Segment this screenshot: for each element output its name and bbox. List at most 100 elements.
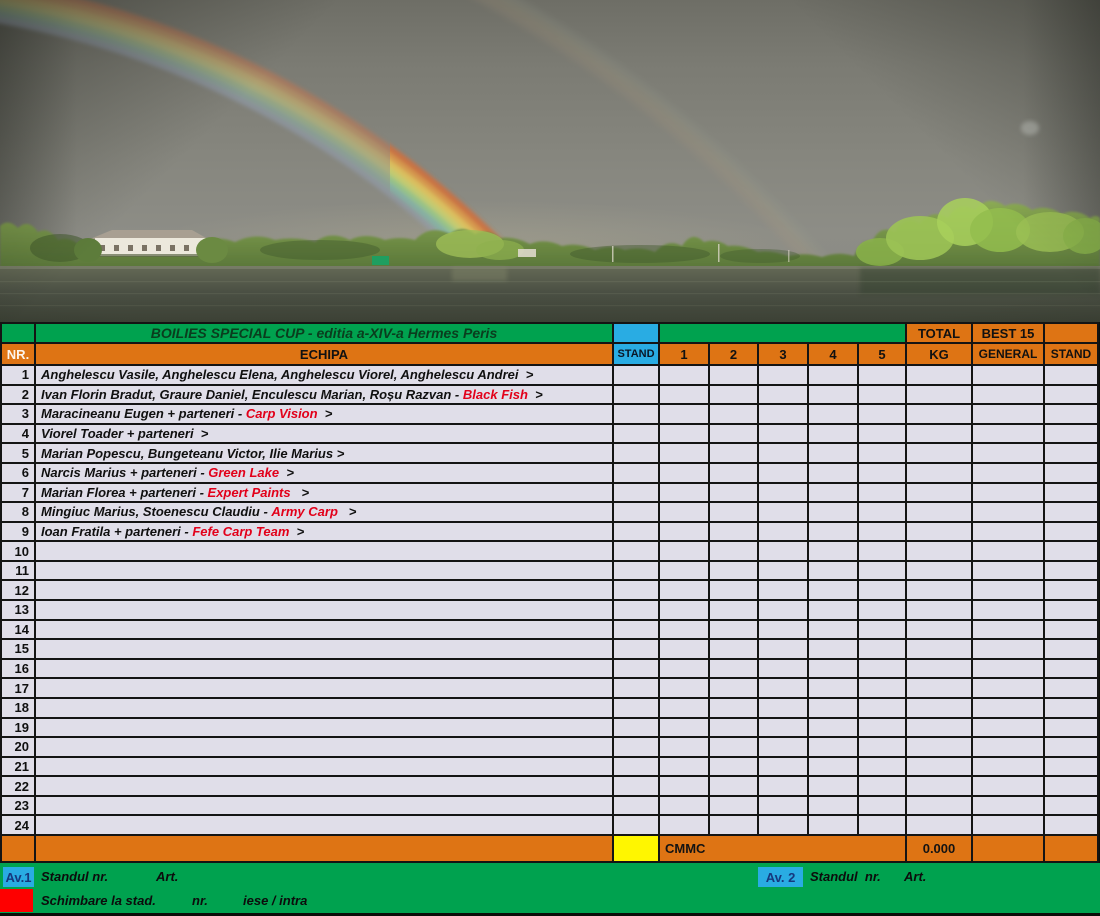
cell-total-kg[interactable] bbox=[907, 581, 973, 601]
cell-round-5[interactable] bbox=[859, 738, 907, 758]
cell-total-kg[interactable] bbox=[907, 659, 973, 680]
cell-stand[interactable] bbox=[614, 679, 660, 699]
cell-round-2[interactable] bbox=[710, 601, 759, 621]
cell-round-4[interactable] bbox=[809, 698, 859, 719]
cell-round-2[interactable] bbox=[710, 620, 759, 641]
col-header-nr[interactable]: NR. bbox=[2, 344, 36, 366]
cell-blue-blank[interactable] bbox=[614, 322, 660, 344]
cell-stand[interactable] bbox=[614, 444, 660, 464]
cell-total-kg[interactable] bbox=[907, 738, 973, 758]
cell-total-kg[interactable] bbox=[907, 698, 973, 719]
av1-badge[interactable]: Av.1 bbox=[3, 867, 34, 887]
cell-round-2[interactable] bbox=[710, 796, 759, 817]
total-cell-echipa[interactable] bbox=[36, 836, 614, 863]
av2-badge[interactable]: Av. 2 bbox=[758, 867, 803, 887]
cell-nr[interactable]: 10 bbox=[2, 542, 36, 562]
cell-round-3[interactable] bbox=[759, 718, 809, 739]
cell-round-3[interactable] bbox=[759, 522, 809, 543]
cell-corner-green[interactable] bbox=[2, 322, 36, 344]
cell-nr[interactable]: 12 bbox=[2, 581, 36, 601]
cell-stand-right[interactable] bbox=[1045, 522, 1099, 543]
cell-round-2[interactable] bbox=[710, 718, 759, 739]
cell-general[interactable] bbox=[973, 483, 1045, 504]
cell-round-2[interactable] bbox=[710, 640, 759, 660]
cell-total-kg[interactable] bbox=[907, 777, 973, 797]
cell-stand-right[interactable] bbox=[1045, 718, 1099, 739]
cell-round-3[interactable] bbox=[759, 601, 809, 621]
cell-stand[interactable] bbox=[614, 522, 660, 543]
cell-round-1[interactable] bbox=[660, 561, 710, 582]
cell-stand-right[interactable] bbox=[1045, 405, 1099, 425]
cell-round-4[interactable] bbox=[809, 405, 859, 425]
cell-echipa[interactable]: Ioan Fratila + parteneri - Fefe Carp Tea… bbox=[36, 522, 614, 543]
cell-round-3[interactable] bbox=[759, 640, 809, 660]
cell-round-5[interactable] bbox=[859, 620, 907, 641]
cell-round-4[interactable] bbox=[809, 385, 859, 406]
cell-stand[interactable] bbox=[614, 718, 660, 739]
cell-total-kg[interactable] bbox=[907, 405, 973, 425]
cell-round-3[interactable] bbox=[759, 659, 809, 680]
cell-echipa[interactable] bbox=[36, 796, 614, 817]
cell-stand[interactable] bbox=[614, 581, 660, 601]
cell-round-5[interactable] bbox=[859, 483, 907, 504]
cell-round-1[interactable] bbox=[660, 366, 710, 386]
cell-total-kg[interactable] bbox=[907, 816, 973, 836]
cell-stand-right[interactable] bbox=[1045, 503, 1099, 523]
cell-round-4[interactable] bbox=[809, 581, 859, 601]
cell-round-2[interactable] bbox=[710, 777, 759, 797]
cell-round-2[interactable] bbox=[710, 424, 759, 445]
cell-stand[interactable] bbox=[614, 738, 660, 758]
cell-round-1[interactable] bbox=[660, 581, 710, 601]
cell-round-5[interactable] bbox=[859, 816, 907, 836]
cell-round-2[interactable] bbox=[710, 483, 759, 504]
cell-stand[interactable] bbox=[614, 816, 660, 836]
cell-round-3[interactable] bbox=[759, 366, 809, 386]
cell-round-1[interactable] bbox=[660, 405, 710, 425]
cell-round-4[interactable] bbox=[809, 796, 859, 817]
cell-general[interactable] bbox=[973, 463, 1045, 484]
cell-round-5[interactable] bbox=[859, 385, 907, 406]
cell-round-2[interactable] bbox=[710, 679, 759, 699]
cell-stand-right[interactable] bbox=[1045, 385, 1099, 406]
cell-round-1[interactable] bbox=[660, 777, 710, 797]
cell-round-3[interactable] bbox=[759, 698, 809, 719]
cell-echipa[interactable] bbox=[36, 757, 614, 778]
cell-general[interactable] bbox=[973, 424, 1045, 445]
cell-round-5[interactable] bbox=[859, 366, 907, 386]
cell-round-1[interactable] bbox=[660, 503, 710, 523]
cell-round-5[interactable] bbox=[859, 796, 907, 817]
cell-general[interactable] bbox=[973, 816, 1045, 836]
cell-round-1[interactable] bbox=[660, 718, 710, 739]
cell-echipa[interactable] bbox=[36, 620, 614, 641]
cell-round-1[interactable] bbox=[660, 816, 710, 836]
cell-nr[interactable]: 11 bbox=[2, 561, 36, 582]
cell-round-2[interactable] bbox=[710, 463, 759, 484]
cell-stand-right[interactable] bbox=[1045, 640, 1099, 660]
col-header-stand-right[interactable]: STAND bbox=[1045, 344, 1099, 366]
cell-nr[interactable]: 23 bbox=[2, 796, 36, 817]
cell-nr[interactable]: 5 bbox=[2, 444, 36, 464]
cell-total-kg[interactable] bbox=[907, 640, 973, 660]
cell-nr[interactable]: 14 bbox=[2, 620, 36, 641]
total-cell-cmmc[interactable]: CMMC bbox=[660, 836, 907, 863]
cell-stand[interactable] bbox=[614, 542, 660, 562]
cell-round-1[interactable] bbox=[660, 659, 710, 680]
cell-general[interactable] bbox=[973, 757, 1045, 778]
cell-total-kg[interactable] bbox=[907, 757, 973, 778]
cell-round-1[interactable] bbox=[660, 522, 710, 543]
cell-stand[interactable] bbox=[614, 503, 660, 523]
cell-round-3[interactable] bbox=[759, 581, 809, 601]
cell-round-4[interactable] bbox=[809, 444, 859, 464]
cell-general[interactable] bbox=[973, 659, 1045, 680]
cell-echipa[interactable]: Anghelescu Vasile, Anghelescu Elena, Ang… bbox=[36, 366, 614, 386]
cell-echipa[interactable] bbox=[36, 698, 614, 719]
cell-total-kg[interactable] bbox=[907, 424, 973, 445]
cell-round-3[interactable] bbox=[759, 444, 809, 464]
cell-general[interactable] bbox=[973, 620, 1045, 641]
cell-nr[interactable]: 13 bbox=[2, 601, 36, 621]
cell-echipa[interactable]: Ivan Florin Bradut, Graure Daniel, Encul… bbox=[36, 385, 614, 406]
cell-stand[interactable] bbox=[614, 796, 660, 817]
cell-round-5[interactable] bbox=[859, 503, 907, 523]
cell-stand-right[interactable] bbox=[1045, 581, 1099, 601]
cell-round-3[interactable] bbox=[759, 796, 809, 817]
